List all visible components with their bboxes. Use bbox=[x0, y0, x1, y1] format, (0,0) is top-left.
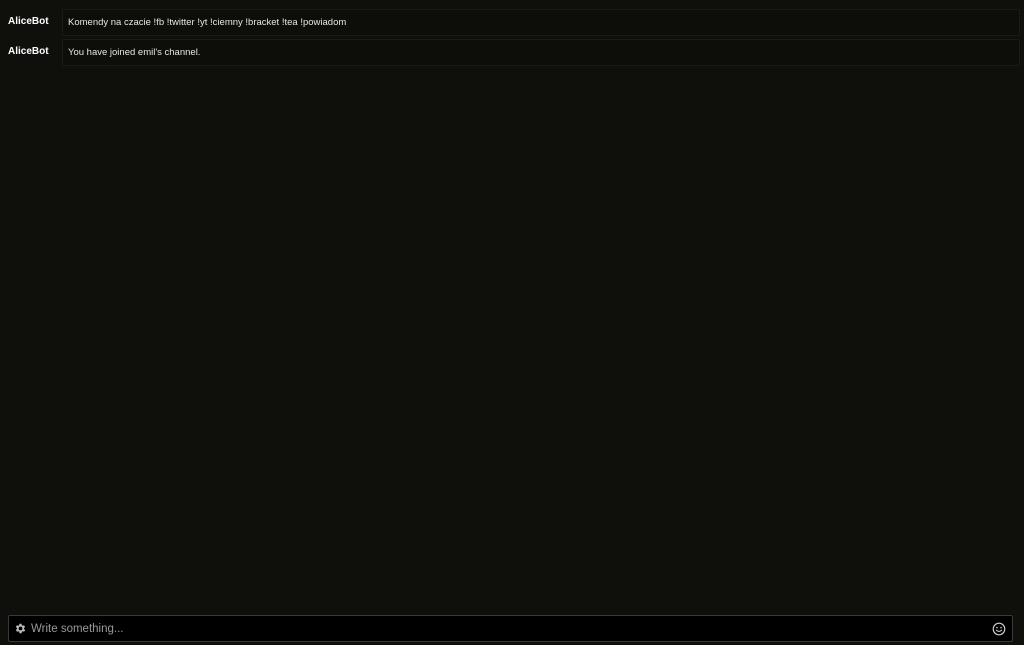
message-list: AliceBot Komendy na czacie !fb !twitter … bbox=[0, 8, 1024, 68]
chat-composer bbox=[8, 615, 1013, 642]
message-text: You have joined emil's channel. bbox=[62, 38, 1020, 66]
chat-message: AliceBot You have joined emil's channel. bbox=[0, 38, 1024, 66]
smiley-icon[interactable] bbox=[992, 622, 1006, 636]
message-author[interactable]: AliceBot bbox=[0, 8, 62, 36]
message-text: Komendy na czacie !fb !twitter !yt !ciem… bbox=[62, 8, 1020, 36]
chat-window: AliceBot Komendy na czacie !fb !twitter … bbox=[0, 0, 1024, 645]
message-input[interactable] bbox=[31, 616, 992, 641]
message-author[interactable]: AliceBot bbox=[0, 38, 62, 66]
chat-message: AliceBot Komendy na czacie !fb !twitter … bbox=[0, 8, 1024, 36]
gear-icon[interactable] bbox=[14, 622, 27, 635]
